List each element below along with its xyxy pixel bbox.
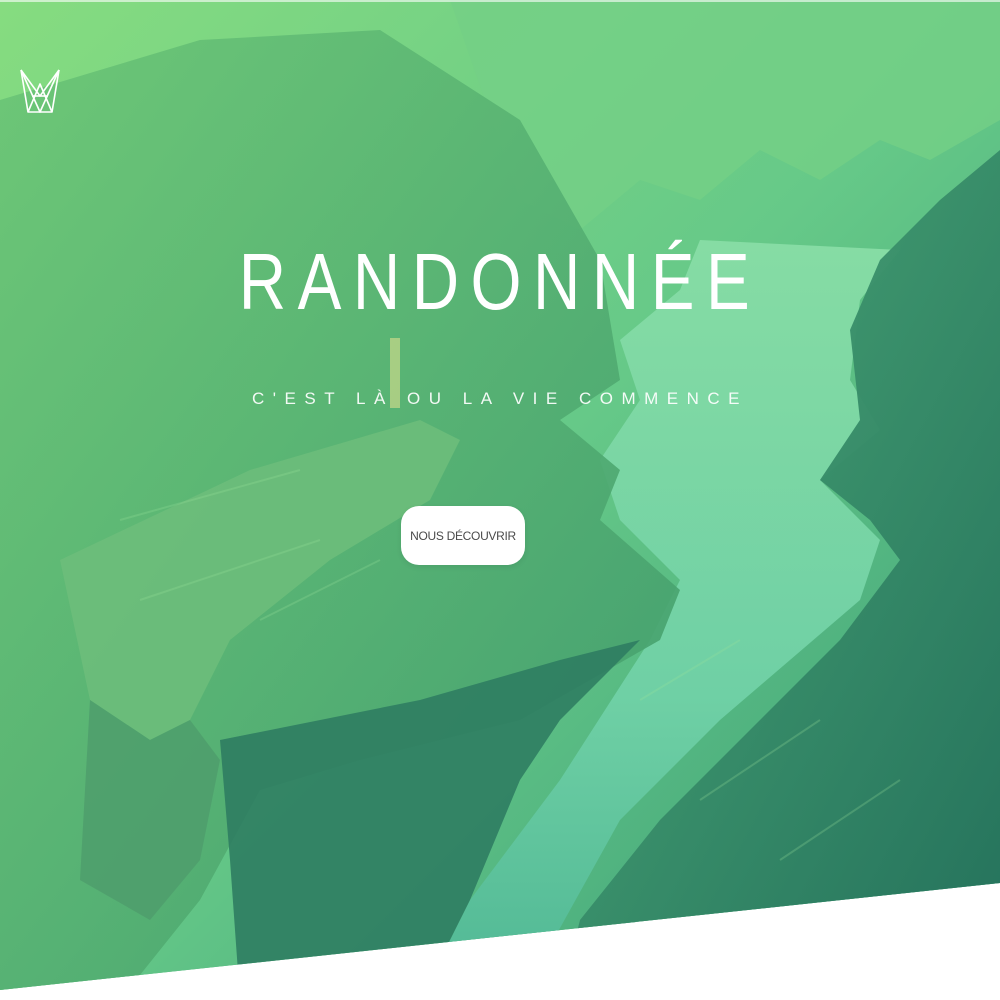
top-border	[0, 0, 1000, 2]
landscape-background-image	[0, 0, 1000, 990]
hero-section: RANDONNÉE C'EST LÀ OU LA VIE COMMENCE NO…	[0, 0, 1000, 990]
hero-title: RANDONNÉE	[238, 237, 762, 326]
discover-button[interactable]: NOUS DÉCOUVRIR	[401, 506, 525, 565]
crown-logo-icon[interactable]	[18, 66, 62, 118]
hero-subtitle: C'EST LÀ OU LA VIE COMMENCE	[252, 389, 748, 408]
